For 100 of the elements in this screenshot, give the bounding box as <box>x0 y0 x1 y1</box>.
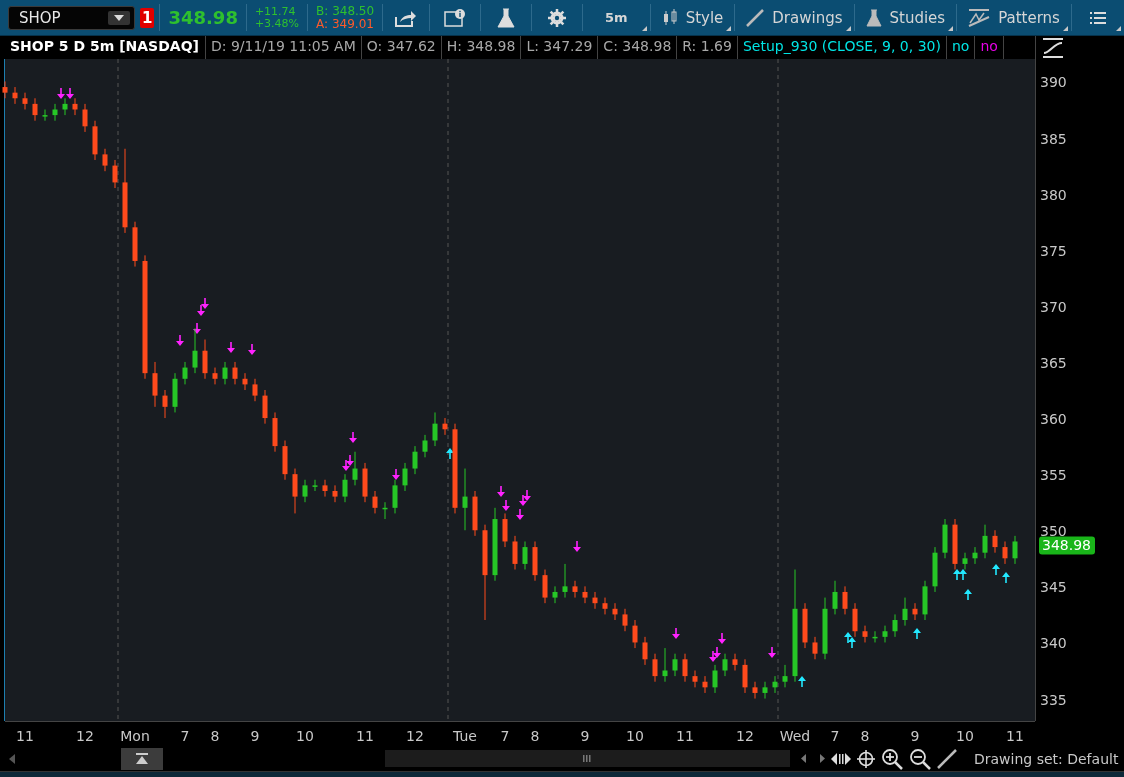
pan-right-button[interactable] <box>817 754 828 763</box>
candlestick <box>442 417 448 436</box>
time-tick-label: 11 <box>1006 728 1024 744</box>
candlestick <box>402 462 408 492</box>
price-tick-label: 365 <box>1040 354 1067 371</box>
candlestick <box>672 653 678 677</box>
candlestick <box>272 411 278 453</box>
candlestick <box>432 411 438 447</box>
candlestick <box>112 159 118 189</box>
candlestick <box>292 468 298 514</box>
candlestick <box>602 597 608 615</box>
flask-icon <box>497 7 516 28</box>
caret-icon <box>114 14 125 21</box>
net-change: +11.74 <box>254 5 297 18</box>
drawing-set-selector[interactable]: Drawing set: Default <box>974 750 1119 767</box>
crosshair-button[interactable] <box>854 749 878 768</box>
candlestick <box>282 440 288 481</box>
down-arrow-icon <box>573 541 581 552</box>
line-icon <box>937 748 957 769</box>
candlestick <box>632 619 638 649</box>
candlestick <box>592 591 598 610</box>
candlestick <box>882 625 888 643</box>
alert-badge[interactable]: 1 <box>140 7 155 28</box>
down-arrow-icon <box>718 633 726 644</box>
candlestick <box>152 361 158 408</box>
symbol-field[interactable]: SHOP <box>8 5 136 30</box>
candlestick <box>322 479 328 498</box>
candlestick <box>1012 535 1018 565</box>
time-tick-label: 12 <box>736 728 754 744</box>
candlestick <box>742 658 748 694</box>
candlestick <box>952 518 958 571</box>
candlestick <box>562 563 568 599</box>
price-tick-label: 355 <box>1040 467 1067 484</box>
collapse-button[interactable] <box>121 747 163 770</box>
time-tick-label: 9 <box>250 728 260 744</box>
candlestick <box>332 484 338 503</box>
up-arrow-icon <box>964 589 972 600</box>
candlestick <box>802 602 808 649</box>
candlestick <box>422 434 428 458</box>
pattern-icon <box>968 8 991 27</box>
up-arrow-icon <box>1002 572 1010 583</box>
time-tick-label: 7 <box>180 728 190 744</box>
candlestick <box>852 602 858 638</box>
grip-icon <box>583 755 591 762</box>
candlestick <box>82 103 88 133</box>
pan-left-button[interactable] <box>798 754 809 763</box>
candlestick <box>612 602 618 621</box>
up-arrow-icon <box>913 628 921 639</box>
down-arrow-icon <box>502 500 510 511</box>
candlestick <box>42 109 48 122</box>
time-tick-label: 11 <box>356 728 374 744</box>
candlestick <box>252 378 258 402</box>
right-arrow-icon <box>820 754 825 763</box>
corner-caret-icon <box>641 26 647 31</box>
corner-caret-icon <box>948 26 954 31</box>
settings-icon <box>548 8 567 27</box>
candlestick <box>302 479 308 503</box>
candlestick <box>702 675 708 694</box>
toolbar-menu-button[interactable]: Drawings <box>735 0 854 35</box>
candlestick <box>12 86 18 105</box>
price-tick-label: 335 <box>1040 691 1067 708</box>
time-tick-label: 10 <box>956 728 974 744</box>
candlestick <box>962 552 968 571</box>
candlestick <box>712 664 718 694</box>
down-arrow-icon <box>672 628 680 639</box>
dropdown-button[interactable] <box>108 10 131 25</box>
candlestick <box>822 597 828 660</box>
candlestick <box>392 479 398 514</box>
time-tick-label: 12 <box>76 728 94 744</box>
line-icon <box>746 8 765 27</box>
time-tick-label: 12 <box>406 728 424 744</box>
candlestick <box>192 327 198 374</box>
time-tick-label: 11 <box>676 728 694 744</box>
candlestick <box>212 367 218 385</box>
scrollbar[interactable] <box>385 750 790 767</box>
candlestick <box>552 585 558 604</box>
candlestick <box>202 339 208 380</box>
price-tick-label: 380 <box>1040 186 1067 203</box>
toolbar-menu-button[interactable]: Studies <box>854 0 957 35</box>
down-arrow-icon <box>516 509 524 520</box>
candlestick <box>342 473 348 503</box>
candlestick <box>582 585 588 604</box>
candlestick <box>162 389 168 419</box>
share-icon <box>395 8 418 27</box>
expand-icon <box>831 751 851 766</box>
candlestick <box>132 221 138 268</box>
time-tick-label: 10 <box>296 728 314 744</box>
candlestick <box>812 636 818 660</box>
candlestick <box>942 518 948 559</box>
toolbar-menu-button[interactable]: Patterns <box>957 0 1071 35</box>
aggregation-button[interactable]: 5m <box>583 0 650 35</box>
time-tick-label: 8 <box>530 728 540 744</box>
time-tick-label: 10 <box>626 728 644 744</box>
price-tick-label: 340 <box>1040 635 1067 652</box>
corner-caret-icon <box>1116 26 1121 31</box>
candlestick <box>732 653 738 671</box>
percent-change: +3.48% <box>254 17 300 30</box>
toolbar-menu-button[interactable]: Style <box>650 0 735 35</box>
time-tick-label: 9 <box>910 728 920 744</box>
scroll-left-icon[interactable] <box>9 753 15 764</box>
